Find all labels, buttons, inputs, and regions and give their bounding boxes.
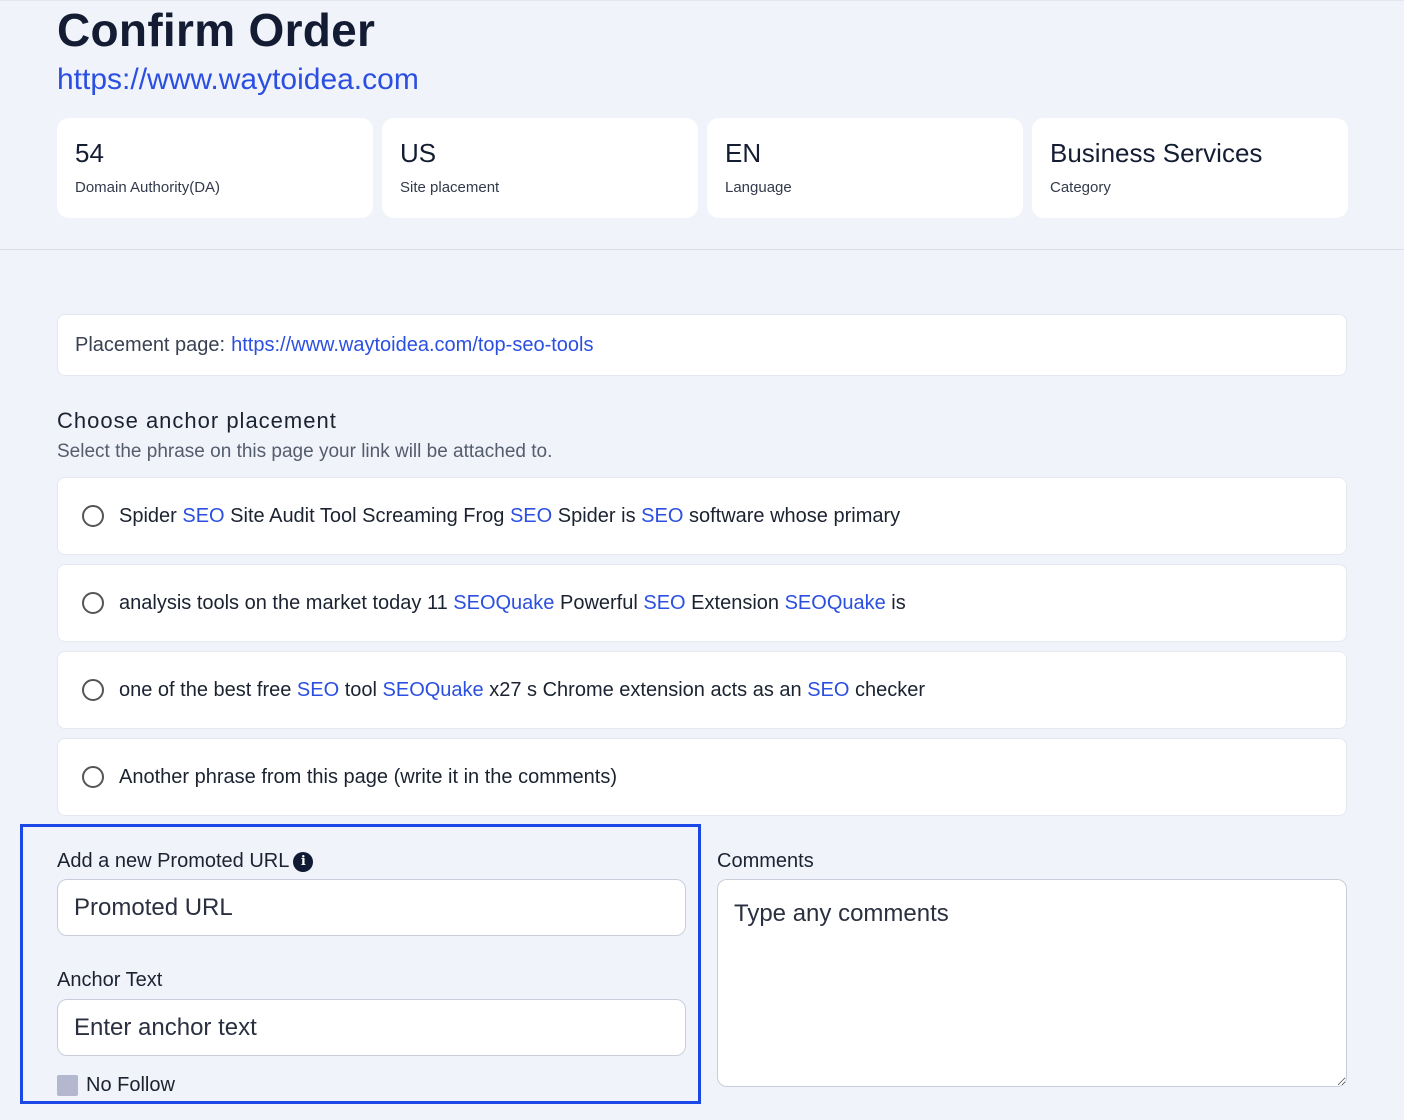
stat-value: EN bbox=[725, 138, 762, 168]
anchor-option[interactable]: Spider SEO Site Audit Tool Screaming Fro… bbox=[57, 477, 1347, 555]
stat-category: Business Services Category bbox=[1032, 118, 1348, 218]
stat-value: US bbox=[400, 138, 437, 168]
phrase-text: x27 s Chrome extension acts as an bbox=[483, 678, 808, 701]
anchor-text-input[interactable] bbox=[57, 999, 686, 1056]
promoted-url-label-text: Add a new Promoted URL bbox=[57, 850, 290, 872]
highlighted-keyword: SEOQuake bbox=[382, 678, 484, 701]
stat-site-placement: US Site placement bbox=[382, 118, 698, 218]
highlighted-keyword: SEOQuake bbox=[784, 591, 886, 614]
anchor-option-other[interactable]: Another phrase from this page (write it … bbox=[57, 738, 1347, 816]
nofollow-label: No Follow bbox=[86, 1074, 175, 1096]
highlighted-keyword: SEO bbox=[509, 504, 553, 527]
anchor-placement-subheading: Select the phrase on this page your link… bbox=[57, 441, 553, 462]
promoted-url-input[interactable] bbox=[57, 879, 686, 936]
placement-page-link[interactable]: https://www.waytoidea.com/top-seo-tools bbox=[231, 334, 593, 357]
phrase-text: analysis tools on the market today 11 bbox=[119, 591, 454, 614]
promoted-url-label: Add a new Promoted URL i bbox=[57, 850, 314, 873]
stat-label: Domain Authority(DA) bbox=[75, 179, 221, 196]
anchor-option[interactable]: one of the best free SEO tool SEOQuake x… bbox=[57, 651, 1347, 729]
nofollow-checkbox-row[interactable]: No Follow bbox=[57, 1074, 175, 1097]
highlighted-keyword: SEO bbox=[182, 504, 225, 527]
stat-domain-authority: 54 Domain Authority(DA) bbox=[57, 118, 373, 218]
placement-page-label: Placement page: bbox=[75, 333, 226, 356]
anchor-options-list: Spider SEO Site Audit Tool Screaming Fro… bbox=[57, 477, 1347, 825]
phrase-text: one of the best free bbox=[119, 678, 297, 701]
checkbox-unchecked-icon[interactable] bbox=[57, 1075, 78, 1096]
phrase-text: Another phrase from this page (write it … bbox=[119, 765, 617, 788]
phrase-text: Site Audit Tool Screaming Frog bbox=[224, 504, 510, 527]
anchor-option-text: one of the best free SEO tool SEOQuake x… bbox=[119, 679, 925, 702]
phrase-text: tool bbox=[339, 678, 383, 701]
radio-unchecked-icon[interactable] bbox=[82, 766, 104, 788]
site-url-link[interactable]: https://www.waytoidea.com bbox=[57, 63, 419, 97]
radio-unchecked-icon[interactable] bbox=[82, 505, 104, 527]
phrase-text: is bbox=[885, 591, 906, 614]
anchor-option-text: analysis tools on the market today 11 SE… bbox=[119, 592, 906, 615]
anchor-text-label: Anchor Text bbox=[57, 969, 163, 991]
highlighted-keyword: SEO bbox=[296, 678, 340, 701]
highlighted-keyword: SEO bbox=[641, 504, 684, 527]
stat-label: Category bbox=[1050, 179, 1111, 196]
phrase-text: software whose primary bbox=[683, 504, 901, 527]
stat-language: EN Language bbox=[707, 118, 1023, 218]
radio-unchecked-icon[interactable] bbox=[82, 679, 104, 701]
order-header: Confirm Order https://www.waytoidea.com … bbox=[0, 0, 1404, 250]
anchor-option[interactable]: analysis tools on the market today 11 SE… bbox=[57, 564, 1347, 642]
phrase-text: Spider is bbox=[552, 504, 642, 527]
stat-label: Site placement bbox=[400, 179, 500, 196]
phrase-text: Extension bbox=[685, 591, 785, 614]
comments-textarea[interactable] bbox=[717, 879, 1347, 1087]
anchor-placement-heading: Choose anchor placement bbox=[57, 408, 337, 433]
comments-label: Comments bbox=[717, 850, 814, 872]
highlighted-keyword: SEO bbox=[643, 591, 686, 614]
stat-value: Business Services bbox=[1050, 138, 1263, 168]
stat-label: Language bbox=[725, 179, 792, 196]
phrase-text: checker bbox=[849, 678, 926, 701]
anchor-option-text: Another phrase from this page (write it … bbox=[119, 766, 617, 789]
highlighted-keyword: SEOQuake bbox=[453, 591, 555, 614]
phrase-text: Spider bbox=[119, 504, 183, 527]
stat-value: 54 bbox=[75, 138, 104, 168]
stats-row: 54 Domain Authority(DA) US Site placemen… bbox=[57, 118, 1348, 218]
page-title: Confirm Order bbox=[57, 4, 376, 56]
placement-page-box: Placement page: https://www.waytoidea.co… bbox=[57, 314, 1347, 376]
anchor-option-text: Spider SEO Site Audit Tool Screaming Fro… bbox=[119, 505, 900, 528]
phrase-text: Powerful bbox=[554, 591, 644, 614]
highlighted-keyword: SEO bbox=[807, 678, 850, 701]
info-icon[interactable]: i bbox=[293, 851, 314, 872]
radio-unchecked-icon[interactable] bbox=[82, 592, 104, 614]
